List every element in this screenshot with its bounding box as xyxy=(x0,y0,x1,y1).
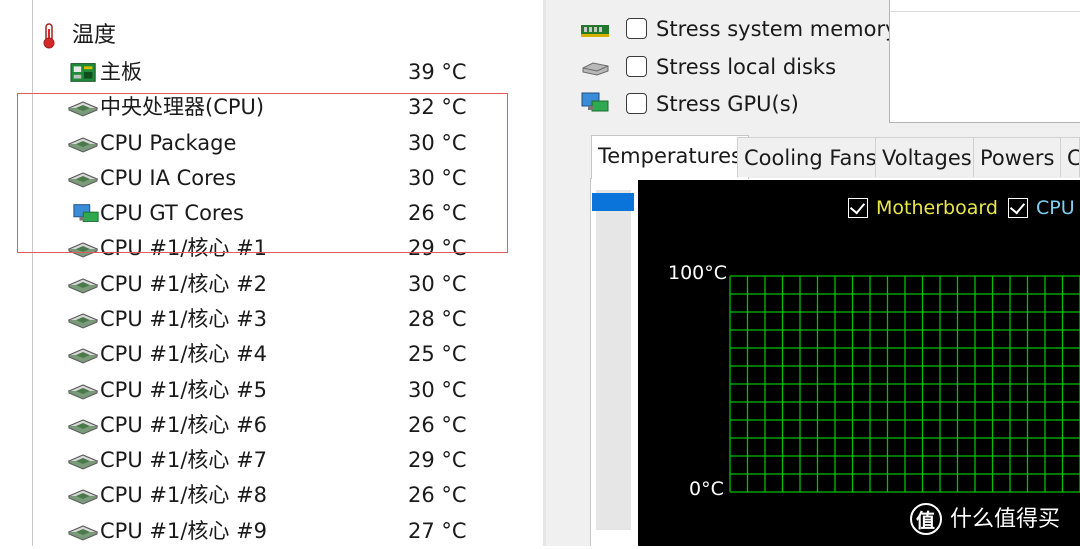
cpu-chip-icon xyxy=(68,313,98,329)
sensor-label: CPU #1/核心 #6 xyxy=(100,413,268,437)
sensor-row[interactable]: CPU #1/核心 #4 25 °C xyxy=(0,337,540,372)
sensor-row[interactable]: CPU #1/核心 #3 28 °C xyxy=(0,302,540,337)
sensor-label: CPU #1/核心 #2 xyxy=(100,272,268,296)
sensor-value: 28 °C xyxy=(408,307,467,331)
scroll-thumb[interactable] xyxy=(592,193,634,211)
stress-disks-label: Stress local disks xyxy=(656,55,837,79)
sensor-tree-panel: 温度 主板 39 °C 中央处理器(CPU) 32 °C CPU Package 30 °… xyxy=(0,0,545,546)
sensor-value: 39 °C xyxy=(408,60,467,84)
cpu-chip-icon xyxy=(68,419,98,435)
sensor-row[interactable]: CPU #1/核心 #7 29 °C xyxy=(0,443,540,478)
motherboard-icon xyxy=(70,63,96,82)
tab-voltages[interactable]: Voltages xyxy=(875,137,979,177)
sensor-label: CPU #1/核心 #5 xyxy=(100,378,268,402)
sensor-row[interactable]: CPU #1/核心 #5 30 °C xyxy=(0,373,540,408)
cpu-chip-icon xyxy=(68,384,98,400)
sensor-list-scrollbar[interactable] xyxy=(596,190,631,530)
legend-cpu-checkbox[interactable] xyxy=(1008,198,1028,218)
stress-memory-checkbox[interactable] xyxy=(626,18,647,39)
gpu-monitor-icon xyxy=(581,92,609,112)
sensor-label: CPU #1/核心 #8 xyxy=(100,483,268,507)
stress-gpu-label: Stress GPU(s) xyxy=(656,92,799,116)
cpu-chip-icon xyxy=(68,525,98,541)
cpu-chip-icon xyxy=(68,454,98,470)
watermark-text: 什么值得买 xyxy=(950,507,1061,532)
sensor-value: 30 °C xyxy=(408,272,467,296)
tab-clocks[interactable]: C xyxy=(1060,137,1080,177)
sensor-value: 26 °C xyxy=(408,413,467,437)
sensor-label: CPU #1/核心 #4 xyxy=(100,342,268,366)
cpu-chip-icon xyxy=(68,278,98,294)
sensor-row[interactable]: 主板 39 °C xyxy=(0,55,540,90)
legend-motherboard-checkbox[interactable] xyxy=(848,198,868,218)
sensor-row[interactable]: CPU #1/核心 #2 30 °C xyxy=(0,267,540,302)
sensor-label: CPU #1/核心 #9 xyxy=(100,519,268,543)
sensor-value: 25 °C xyxy=(408,342,467,366)
category-label: 温度 xyxy=(72,23,117,48)
cpu-chip-icon xyxy=(68,348,98,364)
tab-temperatures[interactable]: Temperatures xyxy=(591,135,749,179)
sensor-label: 主板 xyxy=(100,60,142,84)
cpu-chip-icon xyxy=(68,489,98,505)
sensor-row[interactable]: CPU #1/核心 #9 27 °C xyxy=(0,514,540,549)
sensor-value: 27 °C xyxy=(408,519,467,543)
stress-gpu-checkbox[interactable] xyxy=(626,93,647,114)
y-axis-min-label: 0°C xyxy=(689,478,724,500)
stats-divider xyxy=(890,11,1080,12)
memory-icon xyxy=(581,25,609,37)
stress-memory-label: Stress system memory xyxy=(656,17,898,41)
stress-disks-checkbox[interactable] xyxy=(626,56,647,77)
y-axis-max-label: 100°C xyxy=(668,262,728,284)
watermark-logo: 值 xyxy=(910,503,942,535)
highlight-box xyxy=(17,93,508,253)
sensor-value: 29 °C xyxy=(408,448,467,472)
sensor-label: CPU #1/核心 #7 xyxy=(100,448,268,472)
stats-panel xyxy=(889,0,1080,123)
sensor-row[interactable]: CPU #1/核心 #8 26 °C xyxy=(0,478,540,513)
legend-motherboard-label: Motherboard xyxy=(876,197,998,219)
sensor-row[interactable]: CPU #1/核心 #6 26 °C xyxy=(0,408,540,443)
sensor-value: 30 °C xyxy=(408,378,467,402)
legend-cpu-label: CPU xyxy=(1036,197,1075,219)
disk-icon xyxy=(582,62,609,76)
sensor-value: 26 °C xyxy=(408,483,467,507)
tab-powers[interactable]: Powers xyxy=(973,137,1062,177)
thermometer-icon xyxy=(43,23,55,49)
tab-cooling-fans[interactable]: Cooling Fans xyxy=(737,137,884,177)
sensor-label: CPU #1/核心 #3 xyxy=(100,307,268,331)
